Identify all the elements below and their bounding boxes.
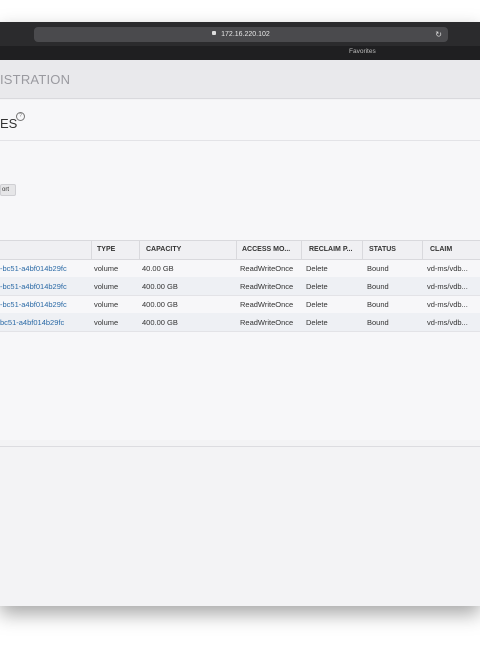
reclaim-policy-cell: Delete bbox=[306, 300, 328, 309]
type-cell: volume bbox=[94, 300, 119, 309]
volume-name-link[interactable]: -bc51-a4bf014b29fc bbox=[0, 264, 67, 273]
claim-cell[interactable]: vd-ms/vdb... bbox=[427, 282, 468, 291]
export-button[interactable]: ort bbox=[0, 184, 17, 196]
column-access-mode[interactable]: ACCESS MO... bbox=[242, 246, 290, 253]
claim-cell[interactable]: vd-ms/vdb... bbox=[427, 300, 468, 309]
reclaim-policy-cell: Delete bbox=[306, 282, 328, 291]
page-footer-area bbox=[0, 447, 480, 606]
claim-cell[interactable]: vd-ms/vdb... bbox=[427, 318, 468, 327]
column-reclaim-policy[interactable]: RECLAIM P... bbox=[309, 246, 352, 253]
page-title: ES bbox=[0, 116, 18, 131]
capacity-cell: 400.00 GB bbox=[142, 300, 178, 309]
capacity-cell: 40.00 GB bbox=[142, 264, 174, 273]
page-section: ES ? ort TYPE CAPACITY ACCESS MO... RECL… bbox=[0, 100, 480, 447]
reclaim-policy-cell: Delete bbox=[306, 264, 328, 273]
column-claim[interactable]: CLAIM bbox=[430, 246, 452, 253]
type-cell: volume bbox=[94, 282, 119, 291]
lock-icon bbox=[212, 31, 217, 36]
access-mode-cell: ReadWriteOnce bbox=[240, 282, 294, 291]
column-divider bbox=[236, 241, 237, 259]
column-divider bbox=[362, 241, 363, 259]
status-cell: Bound bbox=[367, 264, 389, 273]
status-cell: Bound bbox=[367, 300, 389, 309]
type-cell: volume bbox=[94, 264, 119, 273]
column-status[interactable]: STATUS bbox=[369, 246, 396, 253]
column-divider bbox=[139, 241, 140, 259]
app-title: ISTRATION bbox=[0, 72, 71, 87]
access-mode-cell: ReadWriteOnce bbox=[240, 300, 294, 309]
address-bar[interactable]: 172.16.220.102 ↻ bbox=[34, 27, 448, 42]
access-mode-cell: ReadWriteOnce bbox=[240, 264, 294, 273]
capacity-cell: 400.00 GB bbox=[142, 318, 178, 327]
volume-name-link[interactable]: -bc51-a4bf014b29fc bbox=[0, 282, 67, 291]
app-header: ISTRATION bbox=[0, 60, 480, 99]
header-divider bbox=[0, 140, 480, 141]
access-mode-cell: ReadWriteOnce bbox=[240, 318, 294, 327]
column-divider bbox=[91, 241, 92, 259]
column-divider bbox=[301, 241, 302, 259]
volume-name-link[interactable]: -bc51-a4bf014b29fc bbox=[0, 300, 67, 309]
column-type[interactable]: TYPE bbox=[97, 246, 115, 253]
reload-icon[interactable]: ↻ bbox=[435, 27, 442, 42]
url-text: 172.16.220.102 bbox=[221, 31, 270, 38]
status-cell: Bound bbox=[367, 282, 389, 291]
capacity-cell: 400.00 GB bbox=[142, 282, 178, 291]
column-capacity[interactable]: CAPACITY bbox=[146, 246, 181, 253]
status-cell: Bound bbox=[367, 318, 389, 327]
table-row[interactable]: -bc51-a4bf014b29fc volume 400.00 GB Read… bbox=[0, 295, 480, 314]
favorites-label[interactable]: Favorites bbox=[349, 48, 376, 55]
type-cell: volume bbox=[94, 318, 119, 327]
claim-cell[interactable]: vd-ms/vdb... bbox=[427, 264, 468, 273]
volume-name-link[interactable]: bc51-a4bf014b29fc bbox=[0, 318, 64, 327]
column-divider bbox=[422, 241, 423, 259]
reclaim-policy-cell: Delete bbox=[306, 318, 328, 327]
favorites-bar: Favorites bbox=[0, 46, 480, 60]
help-icon[interactable]: ? bbox=[16, 112, 25, 121]
browser-titlebar: 172.16.220.102 ↻ bbox=[0, 22, 480, 46]
browser-window: 172.16.220.102 ↻ Favorites ISTRATION ES … bbox=[0, 22, 480, 606]
table-row[interactable]: -bc51-a4bf014b29fc volume 40.00 GB ReadW… bbox=[0, 259, 480, 278]
table-header: TYPE CAPACITY ACCESS MO... RECLAIM P... … bbox=[0, 240, 480, 260]
table-row[interactable]: bc51-a4bf014b29fc volume 400.00 GB ReadW… bbox=[0, 313, 480, 332]
table-row[interactable]: -bc51-a4bf014b29fc volume 400.00 GB Read… bbox=[0, 277, 480, 296]
